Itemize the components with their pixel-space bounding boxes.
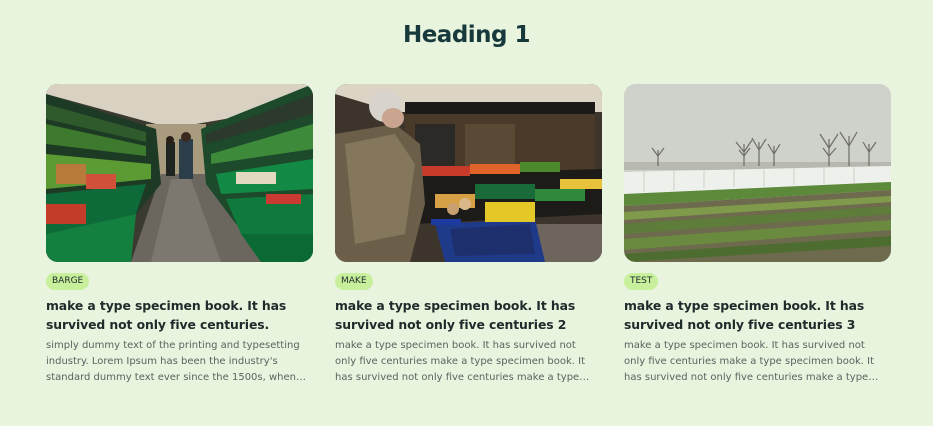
card-tag[interactable]: MAKE [335,273,373,290]
card-grid: BARGE make a type specimen book. It has … [46,84,891,386]
section-heading: Heading 1 [402,22,531,48]
card-image-greenhouse[interactable] [624,84,891,262]
card-description: make a type specimen book. It has surviv… [624,340,875,383]
card-title[interactable]: make a type specimen book. It has surviv… [335,296,602,334]
card-image-shopper[interactable] [335,84,602,262]
card-description: make a type specimen book. It has surviv… [335,340,586,383]
card-tag[interactable]: BARGE [46,273,90,290]
card[interactable]: TEST make a type specimen book. It has s… [624,84,891,386]
card[interactable]: MAKE make a type specimen book. It has s… [335,84,602,386]
card[interactable]: BARGE make a type specimen book. It has … [46,84,313,386]
card-image-grocery-aisle[interactable] [46,84,313,262]
card-title[interactable]: make a type specimen book. It has surviv… [624,296,891,334]
card-description: simply dummy text of the printing and ty… [46,340,300,383]
card-tag[interactable]: TEST [624,273,659,290]
card-title[interactable]: make a type specimen book. It has surviv… [46,296,313,334]
